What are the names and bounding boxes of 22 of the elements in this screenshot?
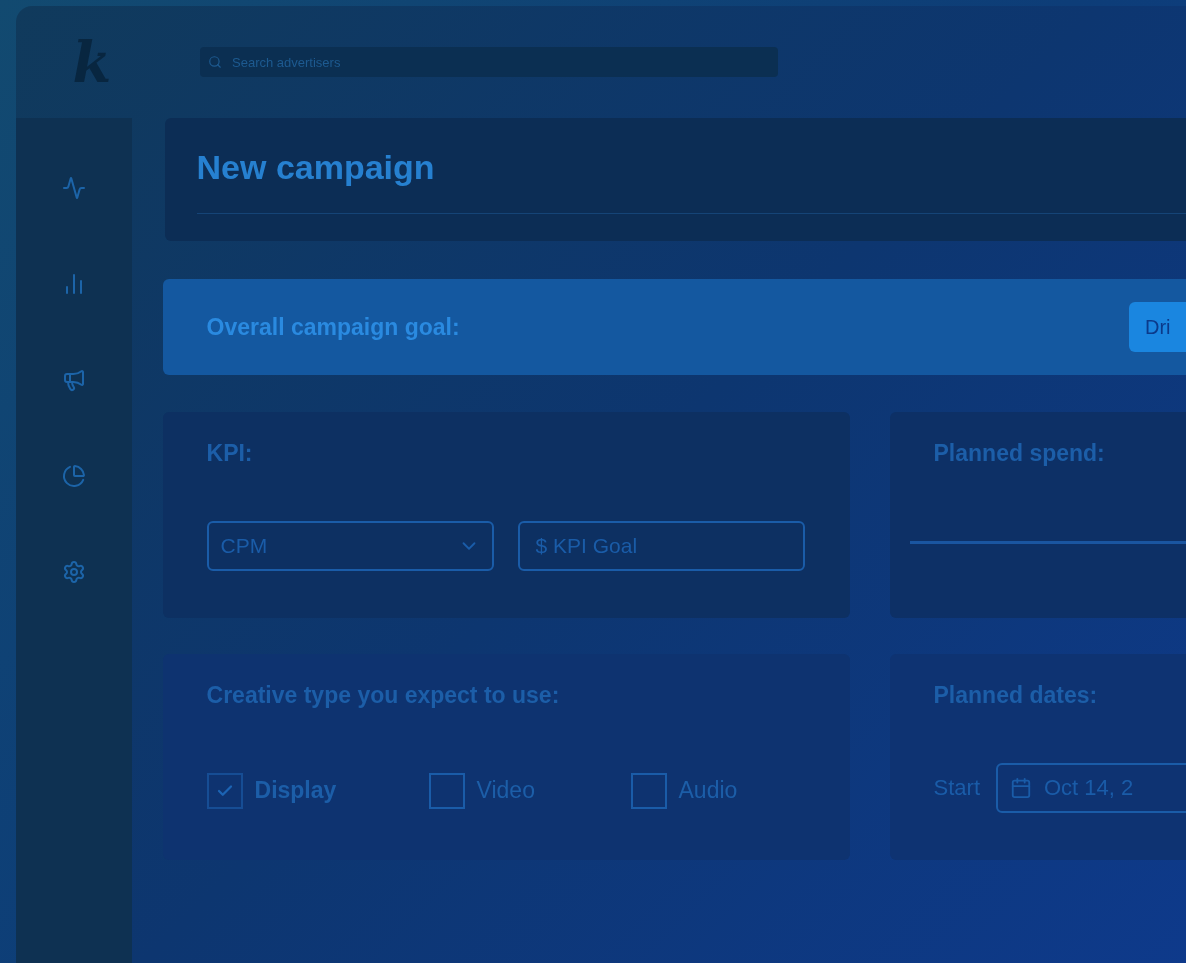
checkbox-label: Audio: [678, 776, 738, 806]
search-field[interactable]: Search advertisers: [200, 47, 778, 77]
slider-track[interactable]: [909, 540, 1186, 544]
kpi-goal-field[interactable]: $ KPI Goal: [517, 520, 805, 571]
checkbox[interactable]: [630, 772, 667, 809]
pie-chart-icon[interactable]: [61, 464, 86, 488]
creative-title: Creative type you expect to use:: [206, 681, 561, 710]
page-title: New campaign: [196, 147, 436, 188]
checkbox-label: Video: [476, 776, 535, 806]
activity-icon[interactable]: [61, 176, 86, 200]
calendar-icon: [1010, 776, 1032, 799]
search-icon: [208, 55, 222, 69]
kpi-title: KPI:: [206, 439, 254, 468]
checkbox-label: Display: [254, 776, 337, 806]
spend-title: Planned spend:: [933, 439, 1106, 468]
goal-button[interactable]: Dri: [1129, 302, 1186, 352]
megaphone-icon[interactable]: [61, 368, 86, 392]
kpi-select[interactable]: CPM: [206, 520, 494, 571]
checkbox[interactable]: [428, 772, 465, 809]
checkbox[interactable]: [206, 772, 243, 809]
goal-label: Overall campaign goal:: [206, 312, 460, 342]
settings-icon[interactable]: [61, 560, 86, 584]
